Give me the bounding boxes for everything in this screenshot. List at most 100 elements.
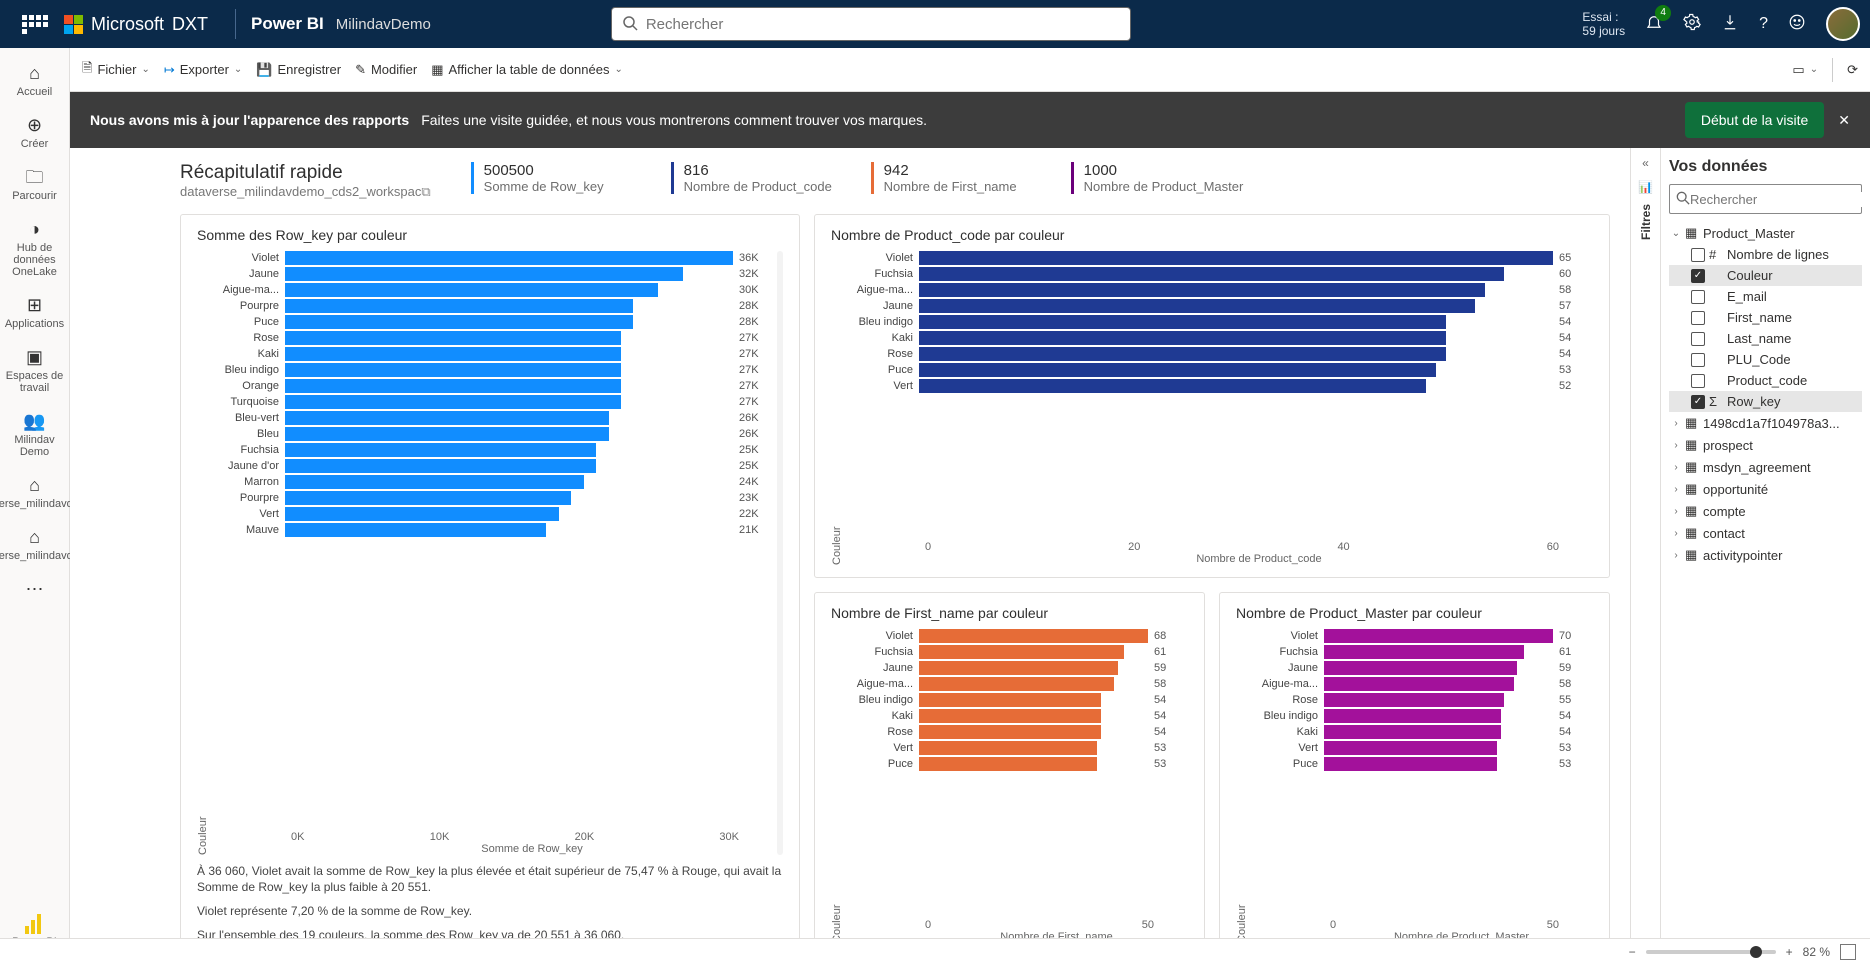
zoom-out-button[interactable]: − [1629,945,1636,959]
checkbox[interactable] [1691,353,1705,367]
checkbox[interactable] [1691,290,1705,304]
field-node[interactable]: E_mail [1669,286,1862,307]
bar[interactable]: Violet 70 [1252,629,1593,643]
metric-card[interactable]: 1000Nombre de Product_Master [1071,162,1244,194]
collapse-icon[interactable]: « [1642,156,1649,170]
field-node[interactable]: Product_code [1669,370,1862,391]
fit-to-screen-button[interactable] [1840,944,1856,960]
bar[interactable]: Puce 53 [847,363,1593,377]
help-icon[interactable]: ? [1759,15,1768,33]
nav-apps[interactable]: ⊞Applications [5,294,64,330]
fields-search-input[interactable] [1690,192,1866,207]
table-node[interactable]: › ▦ compte [1669,500,1862,522]
bar[interactable]: Fuchsia 25K [213,443,773,457]
bar[interactable]: Vert 22K [213,507,773,521]
download-icon[interactable] [1721,13,1739,36]
feedback-icon[interactable] [1788,13,1806,36]
bar[interactable]: Aigue-ma... 58 [847,677,1188,691]
bar[interactable]: Violet 68 [847,629,1188,643]
zoom-slider[interactable] [1646,950,1776,954]
bar[interactable]: Kaki 27K [213,347,773,361]
refresh-button[interactable]: ⟳ [1847,62,1858,78]
nav-create[interactable]: ⊕Créer [21,114,49,150]
bar[interactable]: Rose 54 [847,347,1593,361]
scrollbar[interactable] [777,251,783,855]
bar[interactable]: Kaki 54 [847,331,1593,345]
zoom-in-button[interactable]: + [1786,945,1793,959]
chart-productmaster[interactable]: Nombre de Product_Master par couleur Cou… [1219,592,1610,956]
bar[interactable]: Pourpre 23K [213,491,773,505]
save-button[interactable]: 💾Enregistrer [256,62,341,78]
bar[interactable]: Fuchsia 61 [847,645,1188,659]
bar[interactable]: Bleu indigo 27K [213,363,773,377]
bar[interactable]: Mauve 21K [213,523,773,537]
chart-firstname[interactable]: Nombre de First_name par couleur Couleur… [814,592,1205,956]
bar[interactable]: Violet 65 [847,251,1593,265]
view-mode-toggle[interactable]: ▭⌄ [1792,62,1818,78]
bar[interactable]: Rose 27K [213,331,773,345]
chart-productcode[interactable]: Nombre de Product_code par couleur Coule… [814,214,1610,578]
chart-rowkey[interactable]: Somme des Row_key par couleur Couleur Vi… [180,214,800,956]
app-launcher-icon[interactable] [22,15,52,34]
bar[interactable]: Bleu-vert 26K [213,411,773,425]
table-node[interactable]: › ▦ opportunité [1669,478,1862,500]
bar[interactable]: Vert 53 [1252,741,1593,755]
bar[interactable]: Bleu indigo 54 [847,693,1188,707]
bar[interactable]: Puce 53 [847,757,1188,771]
bar[interactable]: Kaki 54 [847,709,1188,723]
filters-rail[interactable]: « 📊 Filtres [1630,148,1660,956]
bar[interactable]: Fuchsia 61 [1252,645,1593,659]
field-node[interactable]: Last_name [1669,328,1862,349]
checkbox[interactable]: ✓ [1691,395,1705,409]
table-node[interactable]: › ▦ msdyn_agreement [1669,456,1862,478]
chart-mini-icon[interactable]: 📊 [1638,180,1653,194]
bar[interactable]: Fuchsia 60 [847,267,1593,281]
bar[interactable]: Jaune 59 [1252,661,1593,675]
bar[interactable]: Jaune d'or 25K [213,459,773,473]
table-node[interactable]: ⌄ ▦ Product_Master [1669,222,1862,244]
edit-button[interactable]: ✎Modifier [355,62,417,78]
nav-workspaces[interactable]: ▣Espaces de travail [0,346,69,394]
field-node[interactable]: ✓ Σ Row_key [1669,391,1862,412]
notifications-icon[interactable]: 4 [1645,13,1663,36]
field-node[interactable]: First_name [1669,307,1862,328]
external-link-icon[interactable]: ⧉ [421,184,430,199]
workspace-breadcrumb[interactable]: MilindavDemo [336,16,431,33]
bar[interactable]: Rose 55 [1252,693,1593,707]
show-data-table[interactable]: ▦Afficher la table de données⌄ [431,62,623,78]
bar[interactable]: Kaki 54 [1252,725,1593,739]
table-node[interactable]: › ▦ 1498cd1a7f104978a3... [1669,412,1862,434]
table-node[interactable]: › ▦ activitypointer [1669,544,1862,566]
metric-card[interactable]: 942Nombre de First_name [871,162,1041,194]
metric-card[interactable]: 816Nombre de Product_code [671,162,841,194]
start-tour-button[interactable]: Début de la visite [1685,102,1824,138]
field-node[interactable]: PLU_Code [1669,349,1862,370]
bar[interactable]: Orange 27K [213,379,773,393]
bar[interactable]: Jaune 32K [213,267,773,281]
checkbox[interactable]: ✓ [1691,269,1705,283]
bar[interactable]: Bleu indigo 54 [1252,709,1593,723]
bar[interactable]: Marron 24K [213,475,773,489]
global-search[interactable] [611,7,1131,41]
table-node[interactable]: › ▦ prospect [1669,434,1862,456]
search-input[interactable] [646,16,1120,33]
table-node[interactable]: › ▦ contact [1669,522,1862,544]
user-avatar[interactable] [1826,7,1860,41]
settings-icon[interactable] [1683,13,1701,36]
bar[interactable]: Aigue-ma... 58 [847,283,1593,297]
trial-status[interactable]: Essai : 59 jours [1582,10,1625,38]
field-node[interactable]: # Nombre de lignes [1669,244,1862,265]
bar[interactable]: Pourpre 28K [213,299,773,313]
checkbox[interactable] [1691,248,1705,262]
metric-card[interactable]: 500500Somme de Row_key [471,162,641,194]
bar[interactable]: Jaune 57 [847,299,1593,313]
export-menu[interactable]: ↦Exporter⌄ [164,62,242,78]
fields-search[interactable] [1669,184,1862,214]
bar[interactable]: Aigue-ma... 30K [213,283,773,297]
bar[interactable]: Bleu indigo 54 [847,315,1593,329]
banner-close-icon[interactable]: ✕ [1838,112,1850,129]
nav-onelake[interactable]: ◑Hub de données OneLake [0,218,69,278]
bar[interactable]: Puce 53 [1252,757,1593,771]
bar[interactable]: Vert 52 [847,379,1593,393]
checkbox[interactable] [1691,374,1705,388]
